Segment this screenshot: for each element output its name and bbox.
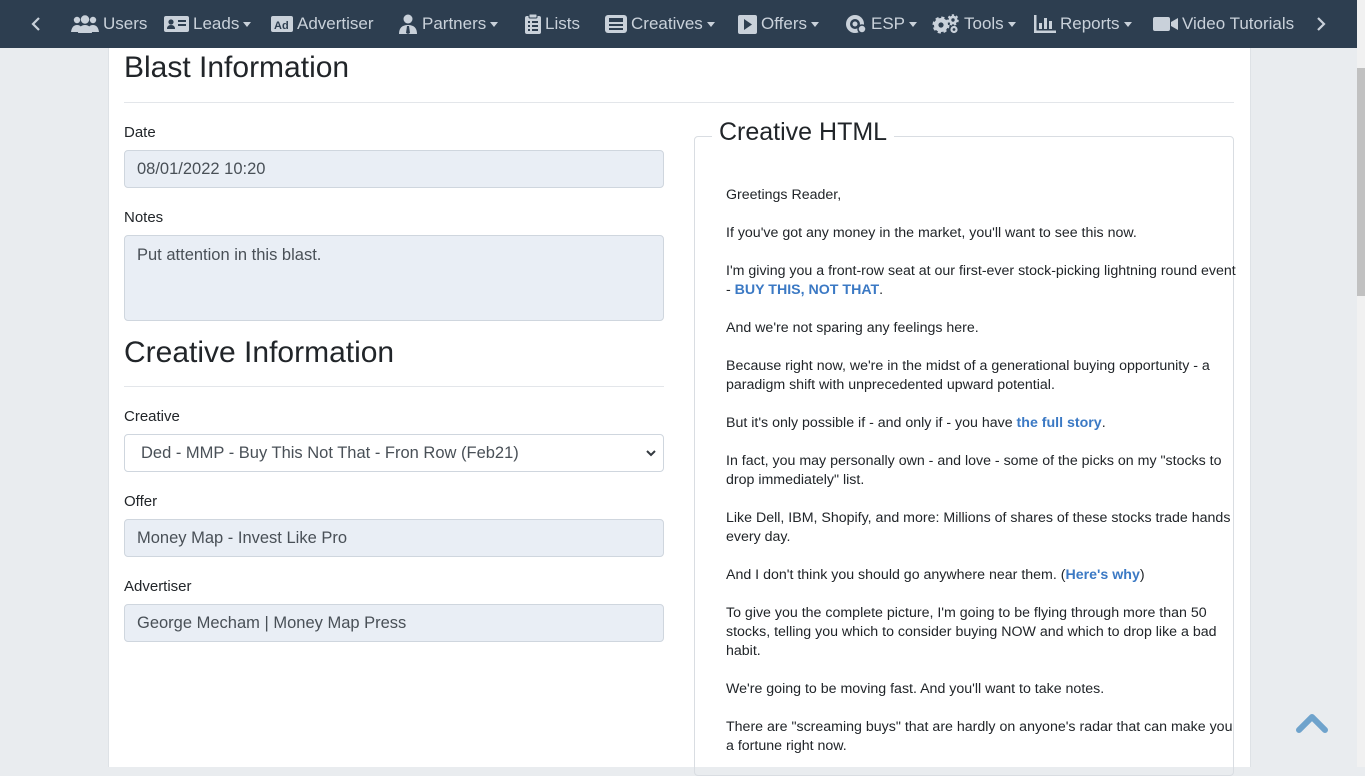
offer-field[interactable]: Money Map - Invest Like Pro xyxy=(124,519,664,557)
email-text: And I don't think you should go anywhere… xyxy=(726,567,1066,583)
creative-divider xyxy=(124,386,664,387)
advertiser-label: Advertiser xyxy=(124,578,192,595)
caret-down-icon xyxy=(909,21,918,27)
email-text: ) xyxy=(1139,567,1145,583)
date-label: Date xyxy=(124,124,156,141)
buy-this-not-that-link[interactable]: BUY THIS, NOT THAT xyxy=(735,282,880,298)
date-field[interactable]: 08/01/2022 10:20 xyxy=(124,150,664,188)
creative-selected-value: Ded - MMP - Buy This Not That - Fron Row… xyxy=(141,443,519,462)
email-text: . xyxy=(879,282,884,298)
nav-creatives-label: Creatives xyxy=(631,14,703,33)
blast-information-heading: Blast Information xyxy=(124,51,350,84)
nav-creatives[interactable]: Creatives xyxy=(605,0,715,48)
email-paragraph: If you've got any money in the market, y… xyxy=(726,225,1137,241)
email-paragraph: In fact, you may personally own - and lo… xyxy=(726,453,1222,488)
nav-esp[interactable]: ESP xyxy=(845,0,918,48)
play-square-icon xyxy=(738,14,757,34)
email-paragraph: We're going to be moving fast. And you'l… xyxy=(726,681,1105,697)
nav-partners[interactable]: Partners xyxy=(398,0,499,48)
nav-offers[interactable]: Offers xyxy=(738,0,819,48)
nav-reports-label: Reports xyxy=(1060,14,1120,33)
nav-leads[interactable]: Leads xyxy=(164,0,252,48)
email-paragraph: To give you the complete picture, I'm go… xyxy=(726,605,1217,659)
chevron-up-icon xyxy=(1296,714,1328,733)
nav-leads-label: Leads xyxy=(193,14,240,33)
email-paragraph: And we're not sparing any feelings here. xyxy=(726,320,979,336)
nav-scroll-left-icon[interactable] xyxy=(24,0,48,48)
ad-icon: Ad xyxy=(271,15,293,33)
notes-label: Notes xyxy=(124,209,164,226)
caret-down-icon xyxy=(490,21,499,27)
creative-information-heading: Creative Information xyxy=(124,336,395,369)
nav-tools[interactable]: Tools xyxy=(932,0,1016,48)
email-paragraph: I'm giving you a front-row seat at our f… xyxy=(726,262,1241,300)
video-camera-icon xyxy=(1153,16,1178,32)
nav-video-tutorials[interactable]: Video Tutorials xyxy=(1153,0,1294,48)
caret-down-icon xyxy=(706,21,715,27)
nav-advertiser-label: Advertiser xyxy=(297,14,374,33)
caret-down-icon xyxy=(1007,21,1016,27)
nav-lists[interactable]: Lists xyxy=(525,0,580,48)
newspaper-icon xyxy=(605,14,627,34)
offer-value: Money Map - Invest Like Pro xyxy=(137,528,348,547)
caret-down-icon xyxy=(243,21,252,27)
nav-scroll-right-icon[interactable] xyxy=(1309,0,1333,48)
email-paragraph: And I don't think you should go anywhere… xyxy=(726,566,1241,585)
creative-select[interactable]: Ded - MMP - Buy This Not That - Fron Row… xyxy=(124,434,664,472)
id-card-icon xyxy=(164,15,189,33)
page-scrollbar[interactable] xyxy=(1357,0,1365,767)
email-text: But it's only possible if - and only if … xyxy=(726,415,1017,431)
nav-video-tutorials-label: Video Tutorials xyxy=(1182,14,1295,33)
email-paragraph: Because right now, we're in the midst of… xyxy=(726,358,1210,393)
nav-offers-label: Offers xyxy=(761,14,807,33)
email-paragraph: Greetings Reader, xyxy=(726,187,842,203)
date-value: 08/01/2022 10:20 xyxy=(137,159,266,178)
user-tie-icon xyxy=(398,14,418,34)
top-navbar: Users Leads Ad Advertiser Partners Lists… xyxy=(0,0,1357,48)
scrollbar-thumb[interactable] xyxy=(1357,68,1365,296)
creative-label: Creative xyxy=(124,408,180,425)
email-gear-icon xyxy=(845,14,867,34)
creative-html-legend: Creative HTML xyxy=(712,118,895,147)
notes-value: Put attention in this blast. xyxy=(137,246,322,264)
nav-users-label: Users xyxy=(103,14,148,33)
nav-partners-label: Partners xyxy=(422,14,487,33)
nav-reports[interactable]: Reports xyxy=(1034,0,1132,48)
heres-why-link[interactable]: Here's why xyxy=(1065,567,1139,583)
email-paragraph: Like Dell, IBM, Shopify, and more: Milli… xyxy=(726,510,1231,545)
creative-html-preview: Greetings Reader, If you've got any mone… xyxy=(726,186,1241,775)
offer-label: Offer xyxy=(124,493,158,510)
email-paragraph: But it's only possible if - and only if … xyxy=(726,414,1241,433)
caret-down-icon xyxy=(810,21,819,27)
advertiser-field[interactable]: George Mecham | Money Map Press xyxy=(124,604,664,642)
advertiser-value: George Mecham | Money Map Press xyxy=(137,613,407,632)
nav-tools-label: Tools xyxy=(964,14,1004,33)
nav-esp-label: ESP xyxy=(871,14,906,33)
full-story-link[interactable]: the full story xyxy=(1017,415,1102,431)
nav-users[interactable]: Users xyxy=(71,0,147,48)
bar-chart-icon xyxy=(1034,15,1056,33)
svg-text:Ad: Ad xyxy=(274,20,289,32)
users-icon xyxy=(71,15,99,33)
caret-down-icon xyxy=(1123,21,1132,27)
blast-divider xyxy=(124,102,1234,103)
email-paragraph: There are "screaming buys" that are hard… xyxy=(726,719,1233,754)
email-text: . xyxy=(1101,415,1106,431)
nav-lists-label: Lists xyxy=(545,14,580,33)
nav-advertiser[interactable]: Ad Advertiser xyxy=(271,0,374,48)
clipboard-list-icon xyxy=(525,14,541,34)
chevron-down-icon xyxy=(646,450,656,457)
cogs-icon xyxy=(932,14,960,34)
scroll-to-top-button[interactable] xyxy=(1295,710,1329,734)
notes-textarea[interactable]: Put attention in this blast. xyxy=(124,235,664,321)
